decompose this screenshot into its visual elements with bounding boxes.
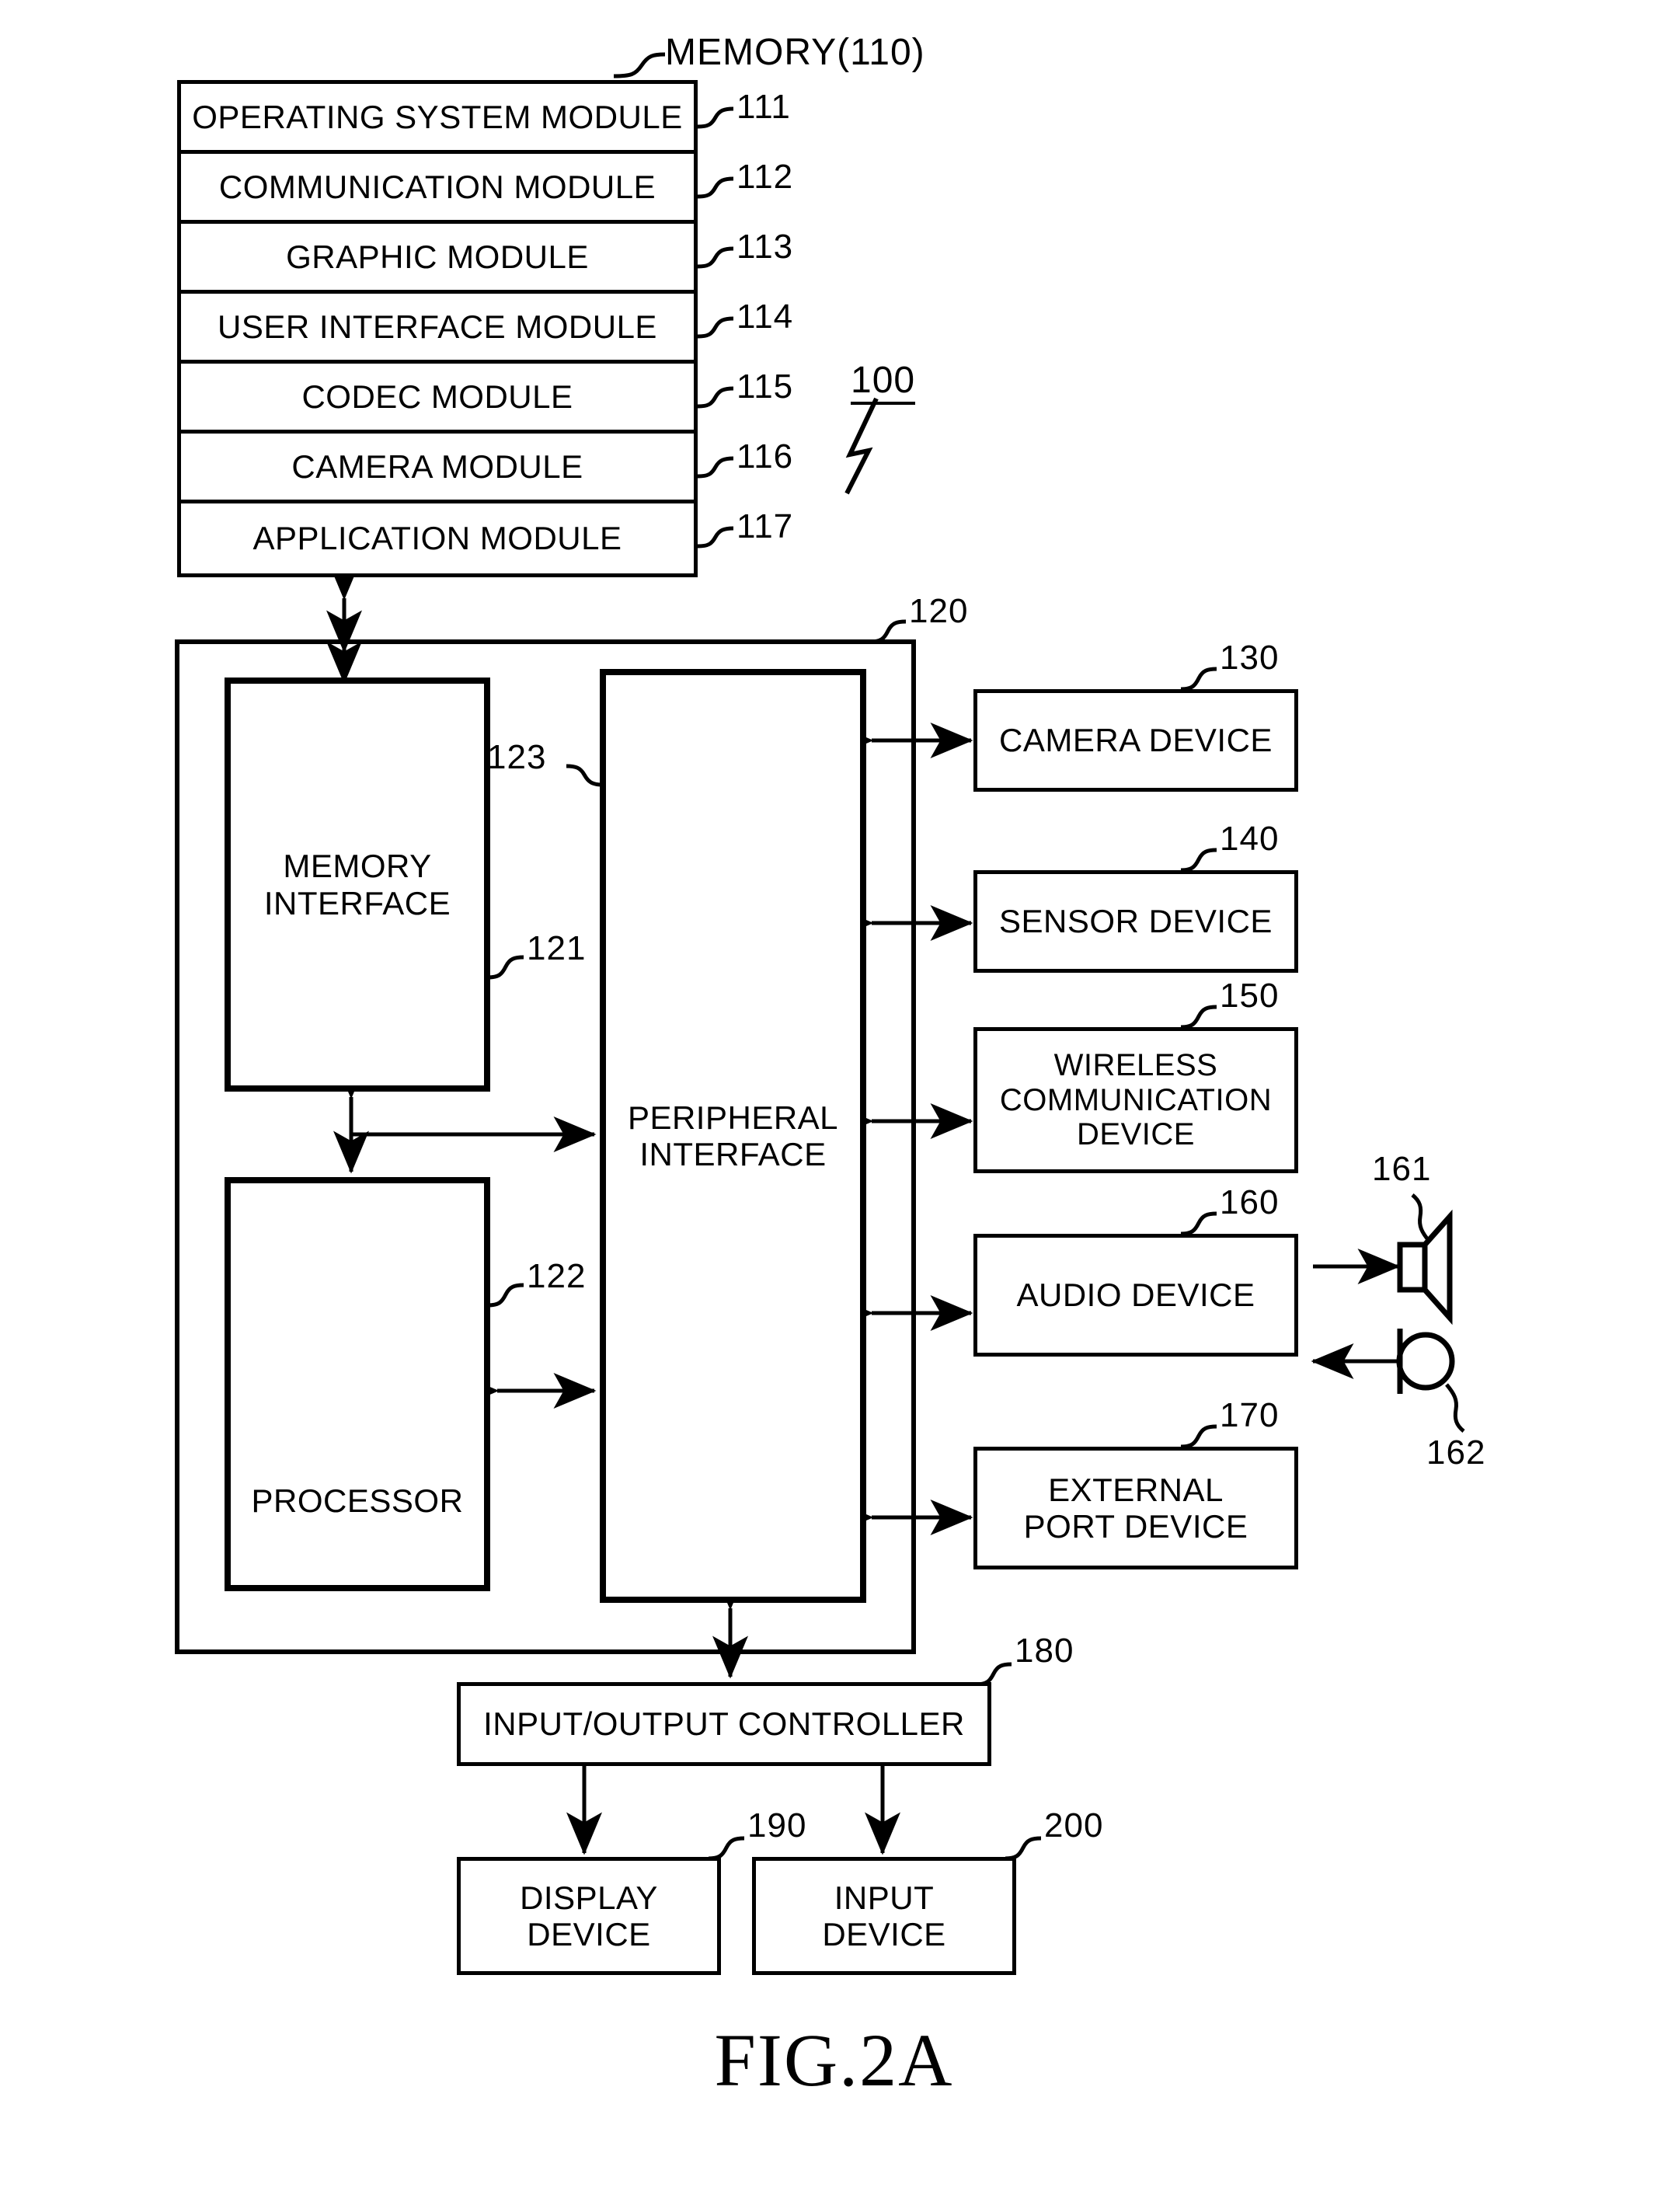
ref-170: 170 <box>1220 1396 1280 1434</box>
ref-140: 140 <box>1220 820 1280 858</box>
memory-module-user-interface: USER INTERFACE MODULE <box>181 294 694 364</box>
microphone-icon-shape <box>1396 1329 1455 1394</box>
io-controller-label: INPUT/OUTPUT CONTROLLER <box>483 1705 965 1743</box>
ref-115: 115 <box>736 368 794 406</box>
processor-block: PROCESSOR <box>227 1179 488 1589</box>
memory-module-label: CAMERA MODULE <box>291 448 583 485</box>
sensor-device-label: SENSOR DEVICE <box>999 903 1273 940</box>
memory-module-graphic: GRAPHIC MODULE <box>181 224 694 294</box>
ref-113: 113 <box>736 228 794 266</box>
input-output-controller-block: INPUT/OUTPUT CONTROLLER <box>457 1682 991 1766</box>
memory-interface-label-line2: INTERFACE <box>263 884 451 921</box>
ref-180: 180 <box>1015 1632 1074 1670</box>
audio-device-block: AUDIO DEVICE <box>973 1234 1298 1357</box>
ref-160: 160 <box>1220 1183 1280 1221</box>
audio-device-label: AUDIO DEVICE <box>1016 1277 1255 1314</box>
ref-150: 150 <box>1220 977 1280 1015</box>
input-device-label-line1: INPUT <box>834 1879 935 1916</box>
camera-device-block: CAMERA DEVICE <box>973 689 1298 792</box>
external-port-device-label-line2: PORT DEVICE <box>1023 1508 1248 1545</box>
ref-121: 121 <box>527 929 587 967</box>
memory-block-title: MEMORY(110) <box>665 32 925 73</box>
peripheral-interface-label-line2: INTERFACE <box>639 1136 827 1172</box>
ref-130: 130 <box>1220 639 1280 677</box>
display-device-block: DISPLAY DEVICE <box>457 1857 721 1975</box>
memory-module-communication: COMMUNICATION MODULE <box>181 154 694 224</box>
display-device-label-line2: DEVICE <box>527 1916 651 1952</box>
processor-label: PROCESSOR <box>251 1482 464 1519</box>
memory-module-codec: CODEC MODULE <box>181 364 694 434</box>
wireless-communication-device-block: WIRELESS COMMUNICATION DEVICE <box>973 1027 1298 1173</box>
input-device-block: INPUT DEVICE <box>752 1857 1016 1975</box>
ref-117: 117 <box>736 507 794 545</box>
ref-123: 123 <box>487 738 547 776</box>
ref-190: 190 <box>747 1806 807 1844</box>
peripheral-interface-block: PERIPHERAL INTERFACE <box>602 671 864 1601</box>
ref-122: 122 <box>527 1257 587 1295</box>
memory-module-application: APPLICATION MODULE <box>181 503 694 573</box>
memory-module-operating-system: OPERATING SYSTEM MODULE <box>181 84 694 154</box>
memory-interface-label-line1: MEMORY <box>283 848 432 885</box>
ref-112: 112 <box>736 158 794 196</box>
figure-caption: FIG.2A <box>714 2019 954 2102</box>
memory-module-label: USER INTERFACE MODULE <box>218 308 657 345</box>
input-device-label-line2: DEVICE <box>822 1916 946 1952</box>
ref-120: 120 <box>909 592 969 630</box>
wireless-device-label-line3: DEVICE <box>1077 1117 1195 1152</box>
external-port-device-block: EXTERNAL PORT DEVICE <box>973 1447 1298 1569</box>
camera-device-label: CAMERA DEVICE <box>999 722 1273 759</box>
ref-100: 100 <box>851 359 916 405</box>
ref-162: 162 <box>1426 1433 1486 1472</box>
sensor-device-block: SENSOR DEVICE <box>973 870 1298 973</box>
wireless-device-label-line1: WIRELESS <box>1053 1047 1218 1082</box>
peripheral-interface-label-line1: PERIPHERAL <box>627 1099 839 1136</box>
ref-114: 114 <box>736 298 794 336</box>
memory-module-camera: CAMERA MODULE <box>181 434 694 503</box>
wireless-device-label-line2: COMMUNICATION <box>999 1082 1273 1117</box>
ref-161: 161 <box>1372 1150 1432 1188</box>
memory-interface-block: MEMORY INTERFACE <box>227 680 488 1089</box>
ref-116: 116 <box>736 437 794 475</box>
memory-module-stack: OPERATING SYSTEM MODULE COMMUNICATION MO… <box>177 80 698 577</box>
memory-module-label: GRAPHIC MODULE <box>286 238 589 275</box>
memory-module-label: OPERATING SYSTEM MODULE <box>192 98 683 135</box>
memory-module-label: APPLICATION MODULE <box>252 520 622 556</box>
ref-200: 200 <box>1044 1806 1104 1844</box>
external-port-device-label-line1: EXTERNAL <box>1048 1471 1224 1508</box>
memory-module-label: CODEC MODULE <box>301 378 573 415</box>
patent-figure-2a: OPERATING SYSTEM MODULE COMMUNICATION MO… <box>0 0 1668 2212</box>
memory-module-label: COMMUNICATION MODULE <box>218 168 656 205</box>
display-device-label-line1: DISPLAY <box>520 1879 658 1916</box>
ref-111: 111 <box>736 88 791 126</box>
